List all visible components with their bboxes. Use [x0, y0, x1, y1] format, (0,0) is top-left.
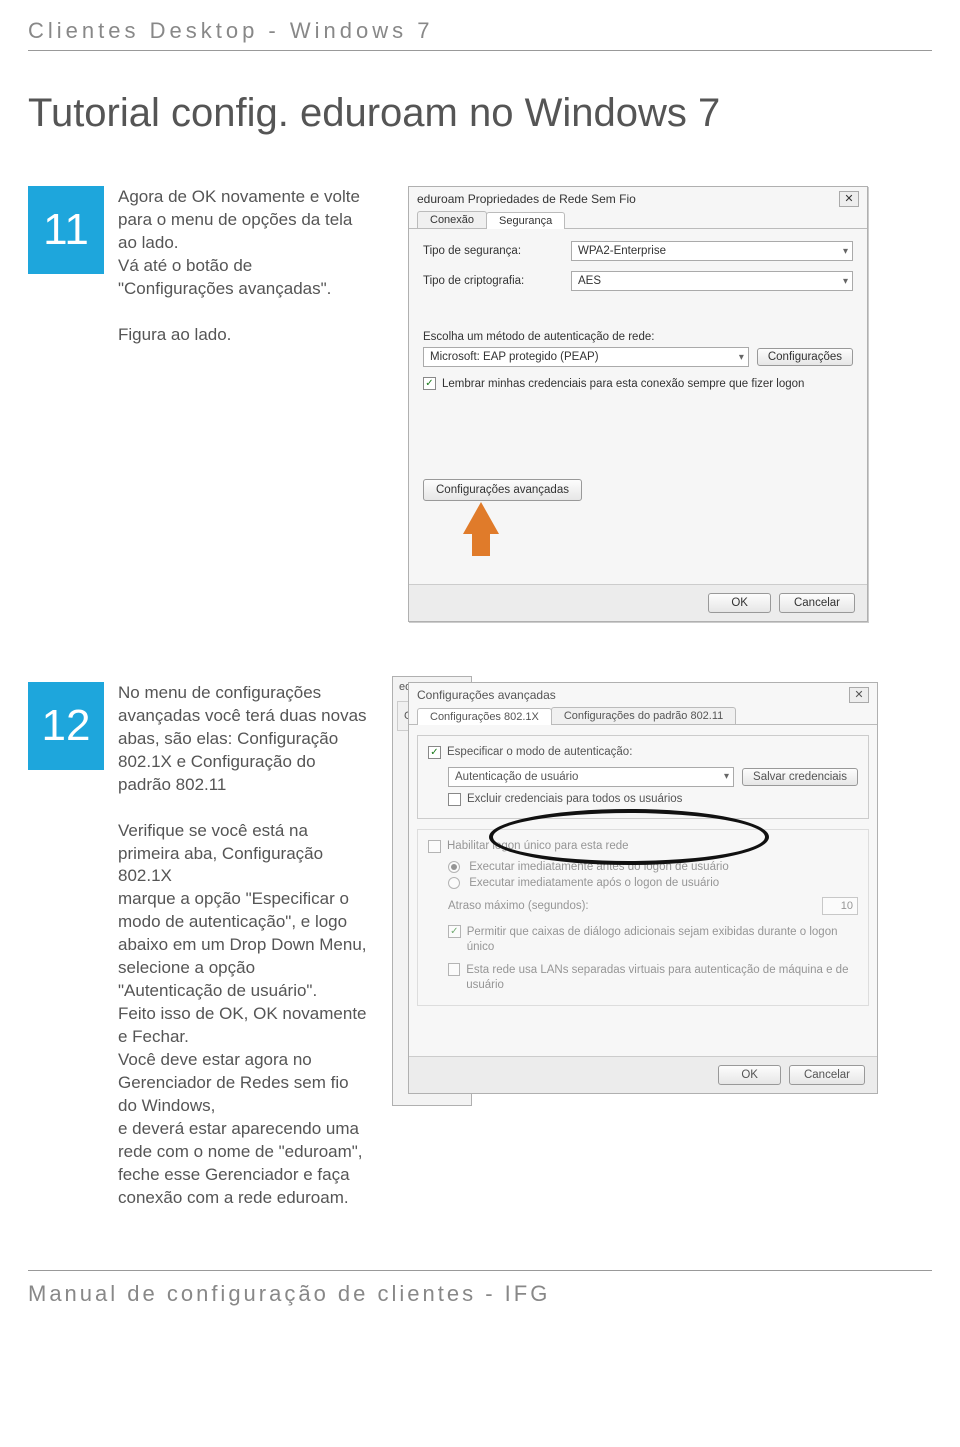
step-11-text: Agora de OK novamente e volte para o men… [118, 186, 368, 347]
dlg2-label-excluir: Excluir credenciais para todos os usuári… [467, 793, 682, 805]
dlg2-checkbox-c1[interactable]: ✓ [448, 925, 461, 938]
step-11-left: 11 Agora de OK novamente e volte para o … [28, 186, 368, 347]
dlg2-tab-80211[interactable]: Configurações do padrão 802.11 [551, 707, 736, 724]
dlg1-cancel-button[interactable]: Cancelar [779, 593, 855, 613]
dlg1-title: eduroam Propriedades de Rede Sem Fio [417, 192, 636, 206]
dlg1-label-criptografia: Tipo de criptografia: [423, 275, 563, 287]
dlg2-label-c1: Permitir que caixas de diálogo adicionai… [467, 925, 858, 955]
dlg1-advanced-button[interactable]: Configurações avançadas [423, 479, 582, 501]
arrow-icon [463, 502, 499, 534]
page-title: Tutorial config. eduroam no Windows 7 [28, 91, 932, 136]
dlg1-label-lembrar: Lembrar minhas credenciais para esta con… [442, 377, 804, 392]
dlg2-title: Configurações avançadas [417, 688, 556, 702]
step-11-row: 11 Agora de OK novamente e volte para o … [28, 186, 932, 622]
dlg2-radio-antes[interactable] [448, 861, 460, 873]
dlg2-ok-button[interactable]: OK [718, 1065, 781, 1085]
step-11-number: 11 [28, 186, 104, 274]
page-footer: Manual de configuração de clientes - IFG [28, 1270, 932, 1307]
dlg2-label-habilitar: Habilitar logon único para esta rede [447, 840, 629, 852]
page-header: Clientes Desktop - Windows 7 [28, 18, 932, 51]
dlg2-checkbox-habilitar[interactable] [428, 840, 441, 853]
dlg2-atraso-label: Atraso máximo (segundos): [448, 900, 589, 912]
dialog-wifi-properties: eduroam Propriedades de Rede Sem Fio ✕ C… [408, 186, 868, 622]
dlg2-cancel-button[interactable]: Cancelar [789, 1065, 865, 1085]
dlg2-label-r2: Executar imediatamente após o logon de u… [469, 877, 719, 889]
step-12-number: 12 [28, 682, 104, 770]
step-12-row: 12 No menu de configurações avançadas vo… [28, 682, 932, 1210]
dlg2-label-c2: Esta rede usa LANs separadas virtuais pa… [466, 963, 858, 993]
dlg2-checkbox-c2[interactable] [448, 963, 460, 976]
dlg1-close-button[interactable]: ✕ [839, 191, 859, 207]
dlg1-select-criptografia[interactable]: AES [571, 271, 853, 291]
dlg2-radio-apos[interactable] [448, 877, 460, 889]
step-12-left: 12 No menu de configurações avançadas vo… [28, 682, 368, 1210]
dlg2-label-especificar: Especificar o modo de autenticação: [447, 746, 632, 758]
dlg1-select-metodo[interactable]: Microsoft: EAP protegido (PEAP) [423, 347, 749, 367]
dlg1-ok-button[interactable]: OK [708, 593, 771, 613]
dlg2-close-button[interactable]: ✕ [849, 687, 869, 703]
dlg1-checkbox-lembrar[interactable]: ✓ [423, 377, 436, 390]
dlg1-metodo-label: Escolha um método de autenticação de red… [423, 331, 853, 343]
dlg2-tab-8021x[interactable]: Configurações 802.1X [417, 708, 552, 725]
dlg1-label-tipo-seguranca: Tipo de segurança: [423, 245, 563, 257]
dialog-advanced-settings: edur Configuraçã Configurações avançadas… [408, 682, 878, 1094]
dlg2-atraso-input[interactable]: 10 [822, 897, 858, 915]
dlg1-select-tipo-seguranca[interactable]: WPA2-Enterprise [571, 241, 853, 261]
dlg2-checkbox-especificar[interactable]: ✓ [428, 746, 441, 759]
step-12-body: No menu de configurações avançadas você … [118, 682, 368, 1210]
dlg2-select-auth[interactable]: Autenticação de usuário [448, 767, 734, 787]
dlg1-tab-seguranca[interactable]: Segurança [486, 212, 565, 229]
step-12-text: No menu de configurações avançadas você … [118, 682, 368, 1210]
dlg1-tab-conexao[interactable]: Conexão [417, 211, 487, 228]
dlg2-label-r1: Executar imediatamente antes do logon de… [469, 861, 729, 873]
step-11-body: Agora de OK novamente e volte para o men… [118, 186, 368, 347]
dlg1-configuracoes-button[interactable]: Configurações [757, 348, 853, 366]
dlg2-salvar-credenciais-button[interactable]: Salvar credenciais [742, 768, 858, 786]
dlg2-checkbox-excluir[interactable] [448, 793, 461, 806]
